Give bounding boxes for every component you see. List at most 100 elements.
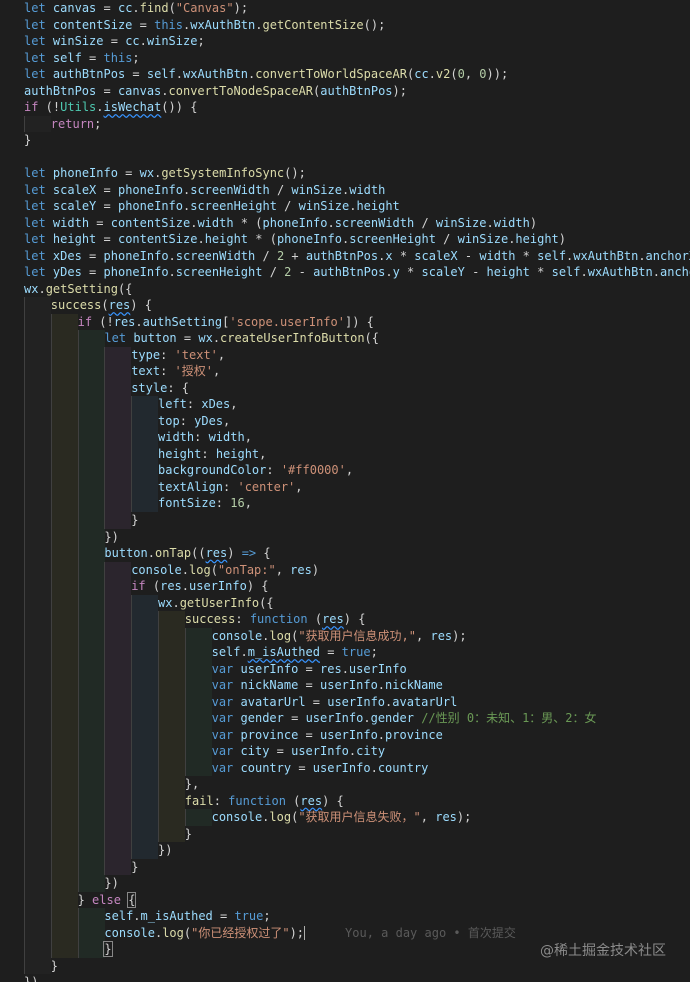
- code-line[interactable]: type: 'text',: [0, 346, 690, 364]
- code-token: x: [385, 248, 393, 263]
- code-line[interactable]: left: xDes,: [0, 396, 690, 413]
- code-token: =: [103, 34, 126, 49]
- code-token: .: [327, 215, 335, 230]
- code-token: "获取用户信息失败，": [298, 810, 421, 825]
- code-line[interactable]: let xDes = phoneInfo.screenWidth / 2 + a…: [0, 248, 690, 265]
- code-line[interactable]: }): [0, 842, 690, 859]
- code-line[interactable]: return;: [0, 115, 690, 133]
- code-line[interactable]: }: [0, 858, 690, 876]
- code-line[interactable]: var city = userInfo.city: [0, 743, 690, 760]
- code-line[interactable]: width: width,: [0, 429, 690, 446]
- code-line[interactable]: let winSize = cc.winSize;: [0, 33, 690, 50]
- code-line-content: self.m_isAuthed = true;: [24, 909, 270, 923]
- code-line[interactable]: [0, 149, 690, 166]
- code-line[interactable]: style: {: [0, 379, 690, 397]
- code-line[interactable]: }: [0, 511, 690, 529]
- code-line[interactable]: let yDes = phoneInfo.screenHeight / 2 - …: [0, 264, 690, 281]
- code-token: anchorY: [660, 265, 690, 280]
- code-line[interactable]: self.m_isAuthed = true;: [0, 644, 690, 661]
- code-line[interactable]: let width = contentSize.width * (phoneIn…: [0, 215, 690, 232]
- code-token: width: [349, 182, 386, 197]
- code-line[interactable]: console.log("onTap:", res): [0, 561, 690, 579]
- code-line[interactable]: var province = userInfo.province: [0, 726, 690, 744]
- code-token: getContentSize: [262, 17, 364, 32]
- code-line[interactable]: var gender = userInfo.gender //性别 0：未知、1…: [0, 710, 690, 727]
- code-line[interactable]: var userInfo = res.userInfo: [0, 660, 690, 678]
- code-line[interactable]: let canvas = cc.find("Canvas");: [0, 0, 690, 17]
- code-line[interactable]: backgroundColor: '#ff0000',: [0, 462, 690, 479]
- code-line[interactable]: let phoneInfo = wx.getSystemInfoSync();: [0, 165, 690, 182]
- code-line[interactable]: self.m_isAuthed = true;: [0, 908, 690, 925]
- code-line[interactable]: fontSize: 16,: [0, 495, 690, 512]
- code-token: * (: [248, 232, 277, 247]
- code-line[interactable]: }): [0, 974, 690, 982]
- code-token: convertToNodeSpaceAR: [168, 83, 314, 98]
- code-line[interactable]: height: height,: [0, 445, 690, 463]
- code-editor[interactable]: let canvas = cc.find("Canvas"); let conte…: [0, 0, 690, 982]
- code-token: =: [96, 83, 118, 98]
- code-line[interactable]: wx.getUserInfo({: [0, 594, 690, 612]
- code-line[interactable]: let scaleY = phoneInfo.screenHeight / wi…: [0, 198, 690, 215]
- code-line[interactable]: console.log("获取用户信息失败，", res);: [0, 809, 690, 826]
- code-line[interactable]: textAlign: 'center',: [0, 478, 690, 496]
- code-line[interactable]: success: function (res) {: [0, 611, 690, 628]
- code-token: :: [266, 463, 281, 478]
- code-line[interactable]: }: [0, 957, 690, 975]
- code-token: .: [240, 645, 248, 660]
- code-line[interactable]: if (!res.authSetting['scope.userInfo']) …: [0, 313, 690, 331]
- code-token: var: [211, 727, 234, 742]
- code-line[interactable]: if (!Utils.isWechat()) {: [0, 99, 690, 116]
- code-line[interactable]: } else {: [0, 891, 690, 909]
- code-line[interactable]: wx.getSetting({: [0, 281, 690, 298]
- code-token: :: [194, 430, 209, 445]
- watermark: @稀土掘金技术社区: [540, 943, 666, 959]
- code-token: =: [125, 67, 147, 82]
- code-line[interactable]: let scaleX = phoneInfo.screenWidth / win…: [0, 182, 690, 199]
- code-token: yDes: [52, 265, 82, 280]
- code-line[interactable]: }: [0, 825, 690, 843]
- code-token: );: [289, 925, 305, 940]
- code-line[interactable]: text: '授权',: [0, 363, 690, 380]
- code-line-content: text: '授权',: [24, 364, 220, 378]
- code-line[interactable]: var country = userInfo.country: [0, 759, 690, 777]
- code-line[interactable]: console.log("获取用户信息成功,", res);: [0, 627, 690, 645]
- code-line-content: }): [24, 975, 38, 982]
- code-line[interactable]: var avatarUrl = userInfo.avatarUrl: [0, 693, 690, 711]
- code-line[interactable]: fail: function (res) {: [0, 792, 690, 810]
- code-line[interactable]: success(res) {: [0, 297, 690, 314]
- code-token: =: [305, 694, 328, 709]
- code-token: .: [212, 331, 221, 346]
- code-token: .: [168, 248, 176, 263]
- code-line[interactable]: let authBtnPos = self.wxAuthBtn.convertT…: [0, 66, 690, 83]
- code-token: type: [131, 347, 161, 362]
- code-token: -: [291, 265, 314, 280]
- code-line[interactable]: button.onTap((res) => {: [0, 545, 690, 562]
- code-line[interactable]: console.log("你已经授权过了"); You, a day ago • …: [0, 924, 690, 942]
- code-token: left: [158, 397, 187, 412]
- code-line[interactable]: }: [0, 132, 690, 149]
- code-token: ): [529, 215, 538, 230]
- code-token: }): [104, 876, 119, 891]
- code-token: log: [162, 925, 184, 940]
- code-line[interactable]: let contentSize = this.wxAuthBtn.getCont…: [0, 17, 690, 34]
- code-line[interactable]: let self = this;: [0, 50, 690, 67]
- code-line[interactable]: top: yDes,: [0, 412, 690, 430]
- code-line[interactable]: let button = wx.createUserInfoButton({: [0, 330, 690, 347]
- code-line[interactable]: if (res.userInfo) {: [0, 578, 690, 595]
- code-token: :: [201, 446, 216, 461]
- code-token: .: [181, 579, 190, 594]
- code-line[interactable]: }): [0, 875, 690, 892]
- code-token: =: [81, 50, 104, 65]
- code-line[interactable]: }): [0, 528, 690, 546]
- code-token: self: [52, 50, 82, 65]
- code-token: console: [211, 628, 263, 643]
- code-line[interactable]: authBtnPos = canvas.convertToNodeSpaceAR…: [0, 83, 690, 100]
- code-line[interactable]: },: [0, 776, 690, 793]
- code-token: .: [168, 265, 176, 280]
- code-token: scaleY: [52, 199, 97, 214]
- code-line[interactable]: var nickName = userInfo.nickName: [0, 677, 690, 694]
- code-token: res: [113, 314, 136, 329]
- code-token: authBtnPos: [24, 83, 97, 98]
- code-line[interactable]: let height = contentSize.height * (phone…: [0, 231, 690, 248]
